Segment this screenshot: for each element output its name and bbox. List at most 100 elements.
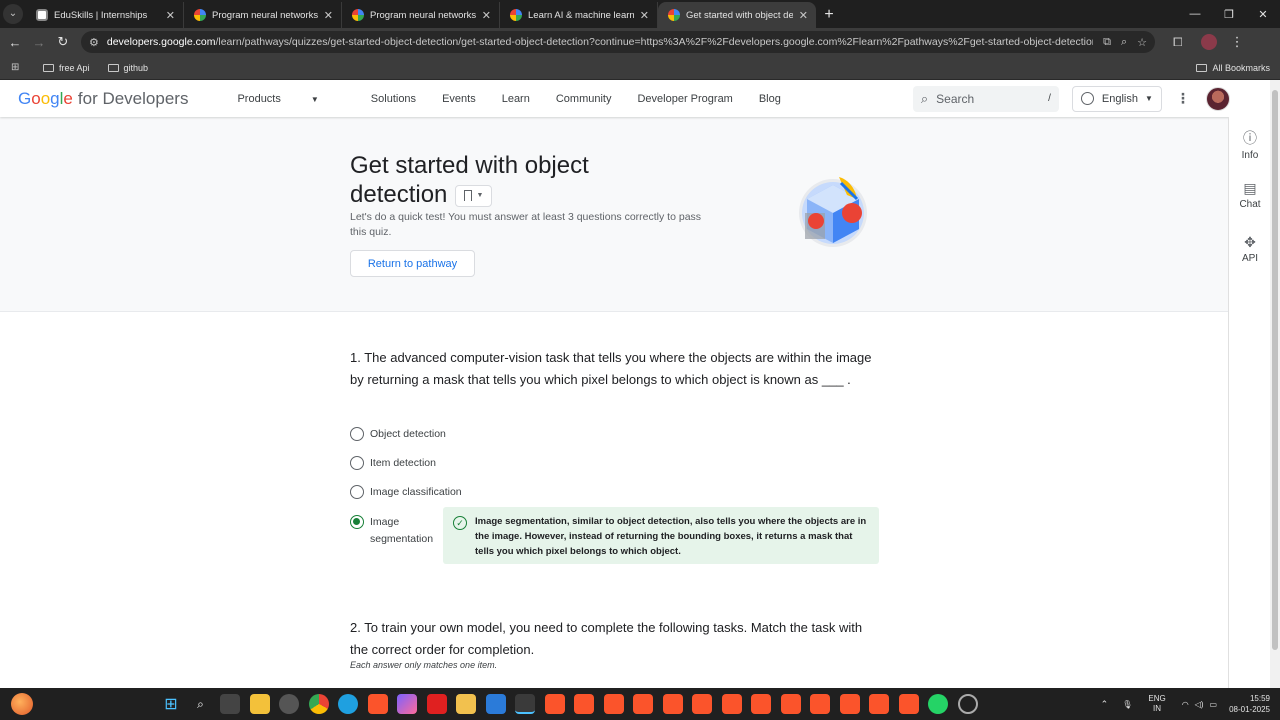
answer-option[interactable]: Object detection — [350, 427, 446, 441]
extensions-icon[interactable]: ⧠ — [1173, 35, 1183, 50]
answer-option-selected[interactable]: Image segmentation — [350, 515, 440, 548]
nav-learn[interactable]: Learn — [502, 93, 530, 105]
nav-community[interactable]: Community — [556, 93, 612, 105]
caret-down-icon: ▼ — [310, 94, 319, 104]
radio-button[interactable] — [350, 485, 364, 499]
clock[interactable]: 15:59 08-01-2025 — [1229, 693, 1270, 715]
brave-icon[interactable] — [721, 694, 742, 714]
search-input[interactable]: ⌕ Search / — [912, 85, 1059, 112]
new-tab-button[interactable]: + — [816, 2, 842, 28]
file-explorer-icon[interactable] — [456, 694, 476, 714]
chrome-active-icon[interactable] — [515, 694, 535, 714]
chrome-icon[interactable] — [308, 694, 329, 714]
language-selector[interactable]: English ▼ — [1071, 85, 1162, 112]
user-avatar[interactable] — [1205, 86, 1230, 111]
volume-icon[interactable]: ◁) — [1195, 700, 1204, 709]
battery-icon[interactable]: ▭ — [1210, 700, 1218, 709]
close-icon[interactable]: ✕ — [640, 9, 649, 22]
radio-button[interactable] — [350, 456, 364, 470]
page-scrollbar[interactable] — [1270, 80, 1280, 688]
brave-icon[interactable] — [898, 694, 919, 714]
brave-icon[interactable] — [367, 694, 388, 714]
rail-info-button[interactable]: ⓘ Info — [1229, 128, 1271, 161]
scrollbar-thumb[interactable] — [1272, 90, 1278, 650]
close-icon[interactable]: ✕ — [799, 9, 808, 22]
google-developers-logo[interactable]: Google for Developers — [18, 89, 188, 109]
browser-tab[interactable]: Program neural networks with ✕ — [342, 2, 500, 28]
browser-tab-active[interactable]: Get started with object detectio ✕ — [658, 2, 816, 28]
youtube-icon[interactable] — [426, 694, 447, 714]
brave-icon[interactable] — [751, 694, 771, 714]
brave-icon[interactable] — [574, 694, 594, 714]
brave-icon[interactable] — [662, 694, 683, 714]
answer-option[interactable]: Image classification — [350, 485, 462, 499]
apps-grid-icon[interactable]: ⊞ — [11, 62, 25, 73]
star-icon[interactable]: ☆ — [1137, 36, 1147, 49]
close-icon[interactable]: ✕ — [324, 9, 333, 22]
nav-events[interactable]: Events — [442, 93, 476, 105]
browser-menu-icon[interactable]: ⋮ — [1231, 34, 1244, 50]
folder-icon — [43, 63, 54, 72]
browser-tab[interactable]: Learn AI & machine learning - ✕ — [500, 2, 658, 28]
brave-icon[interactable] — [780, 694, 801, 714]
eduskills-icon — [36, 9, 48, 21]
close-icon[interactable]: ✕ — [166, 9, 175, 22]
return-to-pathway-button[interactable]: Return to pathway — [350, 250, 475, 277]
back-icon[interactable]: ← — [3, 35, 27, 50]
edge-icon[interactable] — [338, 694, 358, 714]
store-icon[interactable] — [249, 694, 270, 714]
install-app-icon[interactable]: ⧉ — [1103, 36, 1111, 49]
bookmark-folder[interactable]: github — [107, 63, 148, 73]
radio-button-selected[interactable] — [350, 515, 364, 529]
close-window-icon[interactable]: ✕ — [1246, 0, 1280, 28]
copilot-icon[interactable] — [397, 694, 417, 714]
nav-solutions[interactable]: Solutions — [371, 93, 416, 105]
brave-icon[interactable] — [544, 694, 565, 714]
bookmark-folder[interactable]: free Api — [43, 63, 90, 73]
input-language[interactable]: ENG IN — [1148, 694, 1165, 714]
close-icon[interactable]: ✕ — [482, 9, 491, 22]
chatgpt-icon[interactable] — [957, 694, 978, 714]
time-text: 15:59 — [1249, 694, 1270, 703]
browser-tab[interactable]: Program neural networks with ✕ — [184, 2, 342, 28]
nav-developer-program[interactable]: Developer Program — [637, 93, 732, 105]
site-info-icon[interactable]: ⚙ — [89, 36, 99, 49]
bookmark-button[interactable]: ▼ — [455, 184, 493, 207]
dell-icon[interactable] — [279, 694, 299, 714]
restore-icon[interactable]: ❐ — [1212, 0, 1246, 28]
rail-chat-button[interactable]: ▤ Chat — [1229, 180, 1271, 210]
microphone-icon[interactable]: 🎙 — [1122, 700, 1132, 709]
whatsapp-icon[interactable] — [928, 694, 948, 714]
radio-button[interactable] — [350, 427, 364, 441]
minimize-icon[interactable]: — — [1178, 0, 1212, 28]
vscode-icon[interactable] — [485, 694, 506, 714]
brave-icon[interactable] — [603, 694, 624, 714]
profile-avatar[interactable] — [1200, 34, 1217, 50]
task-view-icon[interactable] — [220, 694, 240, 714]
brave-icon[interactable] — [810, 694, 830, 714]
answer-label: Object detection — [370, 428, 446, 440]
address-bar[interactable]: ⚙ developers.google.com/learn/pathways/q… — [81, 31, 1155, 53]
all-bookmarks[interactable]: All Bookmarks — [1196, 63, 1270, 73]
reload-icon[interactable]: ↻ — [51, 34, 75, 50]
search-icon[interactable]: ⌕ — [191, 694, 211, 714]
more-options-icon[interactable]: ⋮ — [1176, 90, 1190, 107]
chevron-up-icon[interactable]: ⌃ — [1101, 699, 1109, 710]
widgets-icon[interactable] — [11, 693, 33, 715]
brave-icon[interactable] — [692, 694, 712, 714]
answer-option[interactable]: Item detection — [350, 456, 436, 470]
wifi-icon[interactable]: ◠ — [1182, 700, 1189, 709]
brave-icon[interactable] — [869, 694, 889, 714]
nav-blog[interactable]: Blog — [759, 93, 781, 105]
nav-products[interactable]: Products ▼ — [237, 93, 344, 105]
bookmark-label: free Api — [59, 62, 90, 73]
rail-api-button[interactable]: ✥ API — [1229, 234, 1271, 264]
windows-start-icon[interactable]: ⊞ — [161, 694, 181, 714]
browser-tab[interactable]: EduSkills | Internships ✕ — [26, 2, 184, 28]
brave-icon[interactable] — [839, 694, 860, 714]
forward-icon[interactable]: → — [27, 35, 51, 50]
tab-search-button[interactable]: ⌄ — [0, 0, 26, 28]
brave-icon[interactable] — [633, 694, 653, 714]
zoom-icon[interactable]: ⌕ — [1121, 36, 1127, 49]
browser-toolbar: ← → ↻ ⚙ developers.google.com/learn/path… — [0, 28, 1280, 56]
